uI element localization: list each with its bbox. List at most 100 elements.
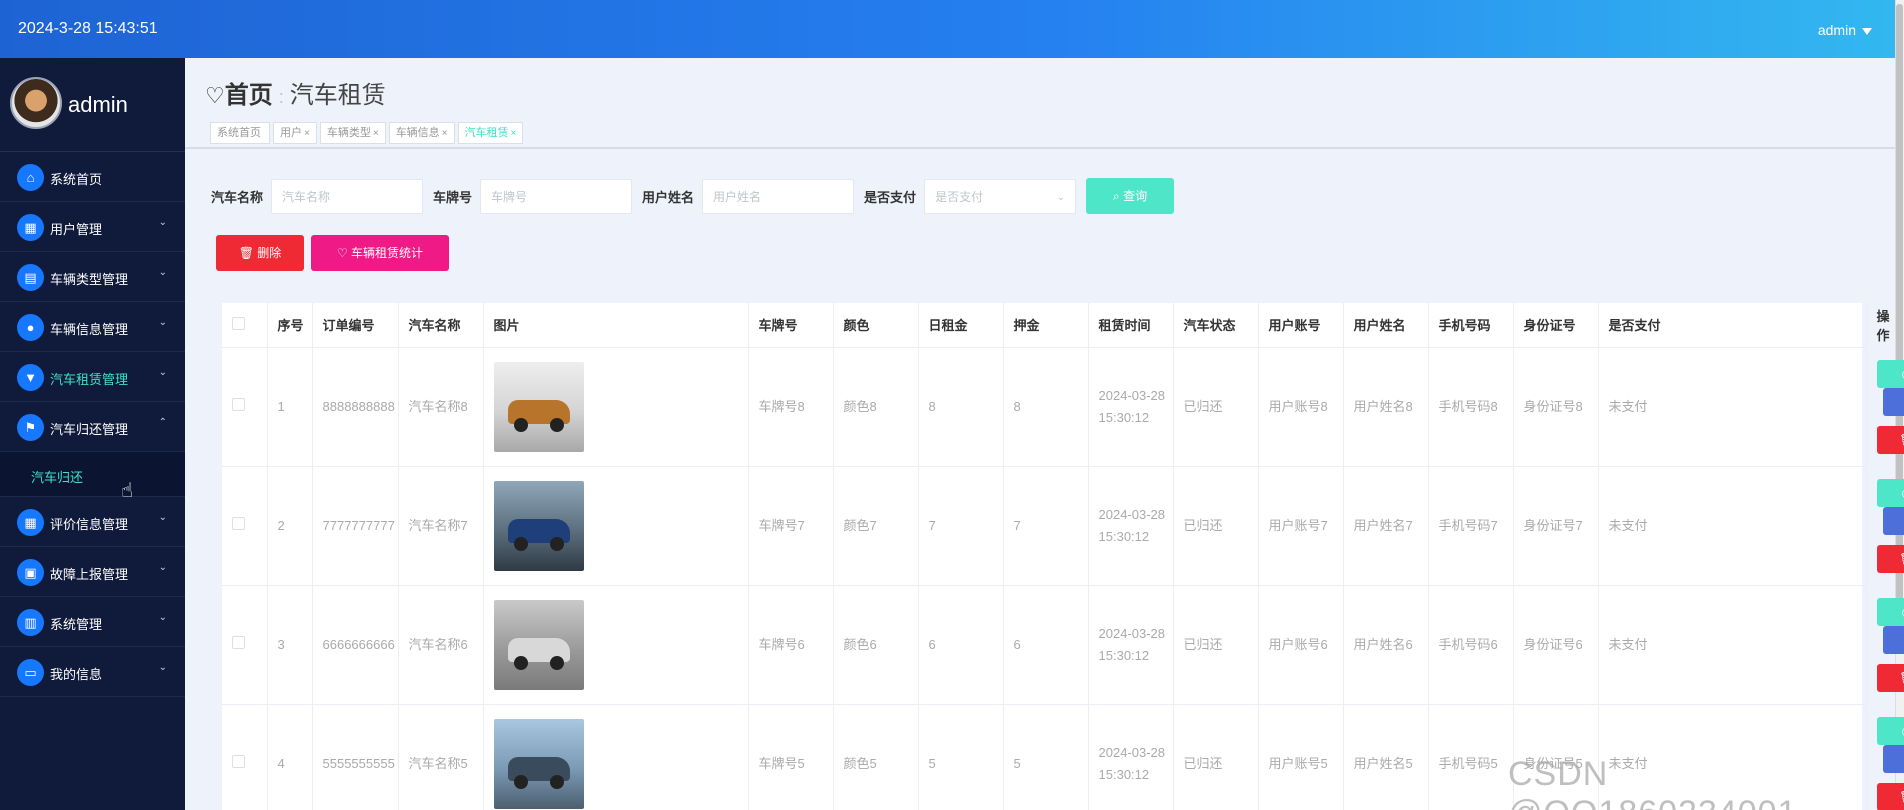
row-checkbox[interactable] — [232, 635, 245, 649]
cell-deposit: 7 — [1003, 466, 1089, 586]
sidebar-item-label: 车辆类型管理 — [50, 272, 129, 287]
cell-idcard: 身份证号6 — [1513, 585, 1599, 705]
row-delete-button[interactable]: 🗑 删除 — [1876, 663, 1904, 692]
row-delete-button[interactable]: 🗑 删除 — [1876, 544, 1904, 573]
cell-paid: 未支付 — [1598, 347, 1867, 467]
column-header: 汽车状态 — [1173, 303, 1259, 348]
view-button[interactable]: ◉ 查看 — [1876, 478, 1904, 507]
car-name-input[interactable]: 汽车名称 — [271, 178, 424, 214]
sidebar-item[interactable]: ▥ 系统管理 ⌄ — [0, 597, 185, 647]
table-header: 序号 订单编号 汽车名称 图片 车牌号 颜色 日租金 押金 租赁时间 汽车状态 用户账号 用户姓名 手机… — [222, 303, 1890, 348]
tab-tag[interactable]: 系统首页 — [210, 122, 270, 144]
table-row: 2 7777777777 汽车名称7 车牌号7 颜色7 7 7 2024-03-28 15:3… — [222, 466, 1904, 586]
cell-account: 用户账号8 — [1258, 347, 1344, 467]
sidebar-item[interactable]: ▦ 评价信息管理 ⌄ — [0, 497, 185, 547]
cell-name: 汽车名称5 — [398, 704, 484, 810]
cell-name: 汽车名称8 — [398, 347, 484, 467]
cell-order: 8888888888 — [312, 347, 399, 467]
scrollbar-thumb[interactable] — [1896, 4, 1903, 634]
cell-order: 5555555555 — [312, 704, 399, 810]
clipboard-icon: ▥ — [17, 609, 44, 636]
sidebar-menu: ⌂ 系统首页 ▦ 用户管理 ⌄ ▤ 车辆类型管理 ⌄ ● 车辆信息管理 ⌄ ▼ 汽车租赁管理 ⌄ ⚑ 汽车归还… — [0, 152, 185, 697]
cell-idcard: 身份证号8 — [1513, 347, 1599, 467]
sidebar-item[interactable]: ⌂ 系统首页 — [0, 152, 185, 202]
cell-paid: 未支付 — [1598, 466, 1867, 586]
row-delete-button[interactable]: 🗑 删除 — [1876, 425, 1904, 454]
car-image — [493, 599, 584, 690]
cell-phone: 手机号码8 — [1428, 347, 1514, 467]
tab-tag[interactable]: 汽车租赁 × — [457, 122, 524, 144]
username-input[interactable]: 用户姓名 — [702, 178, 855, 214]
tab-tag[interactable]: 用户 × — [273, 122, 317, 144]
sidebar-item[interactable]: ▣ 故障上报管理 ⌄ — [0, 547, 185, 597]
cell-uname: 用户姓名5 — [1343, 704, 1429, 810]
car-wheel — [549, 655, 564, 670]
cell-account: 用户账号7 — [1258, 466, 1344, 586]
cup-icon: ▼ — [17, 364, 44, 391]
cell-color: 颜色5 — [833, 704, 919, 810]
tab-tag-label: 用户 — [280, 127, 302, 139]
cell-phone: 手机号码6 — [1428, 585, 1514, 705]
cell-plate: 车牌号8 — [748, 347, 834, 467]
cell-no: 1 — [267, 347, 313, 467]
column-header: 身份证号 — [1513, 303, 1599, 348]
table-body: 1 8888888888 汽车名称8 车牌号8 颜色8 8 8 2024-03-28 15:3… — [222, 347, 1904, 810]
sidebar-item[interactable]: ▭ 我的信息 ⌄ — [0, 647, 185, 697]
pointer-cursor-icon: ☝ — [121, 480, 134, 502]
sidebar-item-label: 汽车归还管理 — [50, 422, 129, 437]
cell-status: 已归还 — [1173, 466, 1259, 586]
user-menu[interactable]: admin — [1818, 22, 1872, 38]
view-button[interactable]: ◉ 查看 — [1876, 716, 1904, 745]
cell-name: 汽车名称7 — [398, 466, 484, 586]
close-icon[interactable]: × — [442, 128, 448, 139]
sidebar-item-label: 评价信息管理 — [50, 517, 129, 532]
column-header: 颜色 — [833, 303, 919, 348]
query-button[interactable]: ⌕ 查询 — [1086, 178, 1175, 214]
trash-icon: 🗑 — [238, 246, 258, 260]
cell-account: 用户账号6 — [1258, 585, 1344, 705]
row-checkbox[interactable] — [232, 516, 245, 530]
chevron-icon: ⌄ — [158, 662, 167, 673]
row-checkbox[interactable] — [232, 754, 245, 768]
location-icon: ● — [17, 314, 44, 341]
delete-button[interactable]: 🗑 删除 — [216, 235, 304, 271]
cell-order: 6666666666 — [312, 585, 399, 705]
sidebar-item[interactable]: ⚑ 汽车归还管理 ⌃ — [0, 402, 185, 452]
breadcrumb-separator: : — [278, 87, 284, 107]
sidebar-item-label: 系统管理 — [50, 617, 103, 632]
submenu-item-car-return[interactable]: 汽车归还 — [0, 452, 185, 497]
select-all-checkbox[interactable] — [232, 316, 245, 330]
rental-stats-button[interactable]: ♡ 车辆租赁统计 — [311, 235, 449, 271]
column-header: 车牌号 — [748, 303, 834, 348]
edit-button[interactable]: ✎ 修改 — [1882, 506, 1904, 535]
cell-color: 颜色8 — [833, 347, 919, 467]
sidebar-item[interactable]: ● 车辆信息管理 ⌄ — [0, 302, 185, 352]
chevron-icon: ⌄ — [158, 267, 167, 278]
car-wheel — [549, 536, 564, 551]
plate-input[interactable]: 车牌号 — [480, 178, 633, 214]
cell-plate: 车牌号7 — [748, 466, 834, 586]
trash-icon: 🗑 — [1899, 671, 1904, 685]
sidebar-item[interactable]: ▦ 用户管理 ⌄ — [0, 202, 185, 252]
close-icon[interactable]: × — [511, 128, 517, 139]
query-button-label: 查询 — [1123, 189, 1148, 203]
cell-status: 已归还 — [1173, 347, 1259, 467]
breadcrumb-home[interactable]: 首页 — [225, 82, 273, 109]
sidebar-item[interactable]: ▼ 汽车租赁管理 ⌄ — [0, 352, 185, 402]
trash-icon: 🗑 — [1899, 433, 1904, 447]
close-icon[interactable]: × — [373, 128, 379, 139]
paid-select[interactable]: 是否支付 ⌄ — [924, 178, 1077, 214]
car-wheel — [549, 417, 564, 432]
view-button[interactable]: ◉ 查看 — [1876, 597, 1904, 626]
car-image — [493, 480, 584, 571]
tab-tag[interactable]: 车辆类型 × — [319, 122, 386, 144]
edit-button[interactable]: ✎ 修改 — [1882, 387, 1904, 416]
cell-time: 2024-03-28 15:30:12 — [1088, 704, 1174, 810]
row-checkbox[interactable] — [232, 397, 245, 411]
edit-button[interactable]: ✎ 修改 — [1882, 625, 1904, 654]
close-icon[interactable]: × — [304, 128, 310, 139]
cell-phone: 手机号码7 — [1428, 466, 1514, 586]
view-button[interactable]: ◉ 查看 — [1876, 359, 1904, 388]
sidebar-item[interactable]: ▤ 车辆类型管理 ⌄ — [0, 252, 185, 302]
tab-tag[interactable]: 车辆信息 × — [388, 122, 455, 144]
